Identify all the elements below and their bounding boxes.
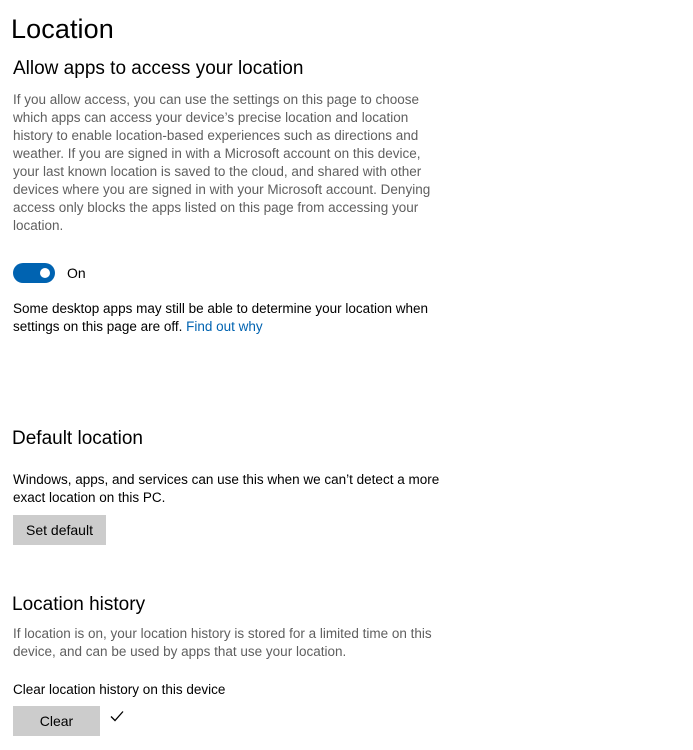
allow-access-description: If you allow access, you can use the set… (13, 92, 431, 233)
toggle-knob (40, 268, 50, 278)
set-default-button[interactable]: Set default (13, 515, 106, 545)
location-history-heading: Location history (12, 594, 146, 615)
desktop-apps-note: Some desktop apps may still be able to d… (13, 300, 443, 336)
default-location-heading: Default location (12, 428, 143, 449)
clear-button[interactable]: Clear (13, 706, 100, 736)
location-access-toggle[interactable] (13, 263, 55, 283)
find-out-why-link[interactable]: Find out why (186, 319, 263, 334)
location-access-toggle-row: On (13, 263, 86, 283)
clear-history-label: Clear location history on this device (13, 682, 226, 697)
checkmark-icon (110, 711, 124, 722)
location-history-description: If location is on, your location history… (13, 626, 432, 659)
default-location-description: Windows, apps, and services can use this… (13, 472, 440, 505)
page-title: Location (11, 14, 114, 44)
allow-access-heading: Allow apps to access your location (13, 58, 304, 79)
toggle-state-label: On (67, 265, 86, 281)
